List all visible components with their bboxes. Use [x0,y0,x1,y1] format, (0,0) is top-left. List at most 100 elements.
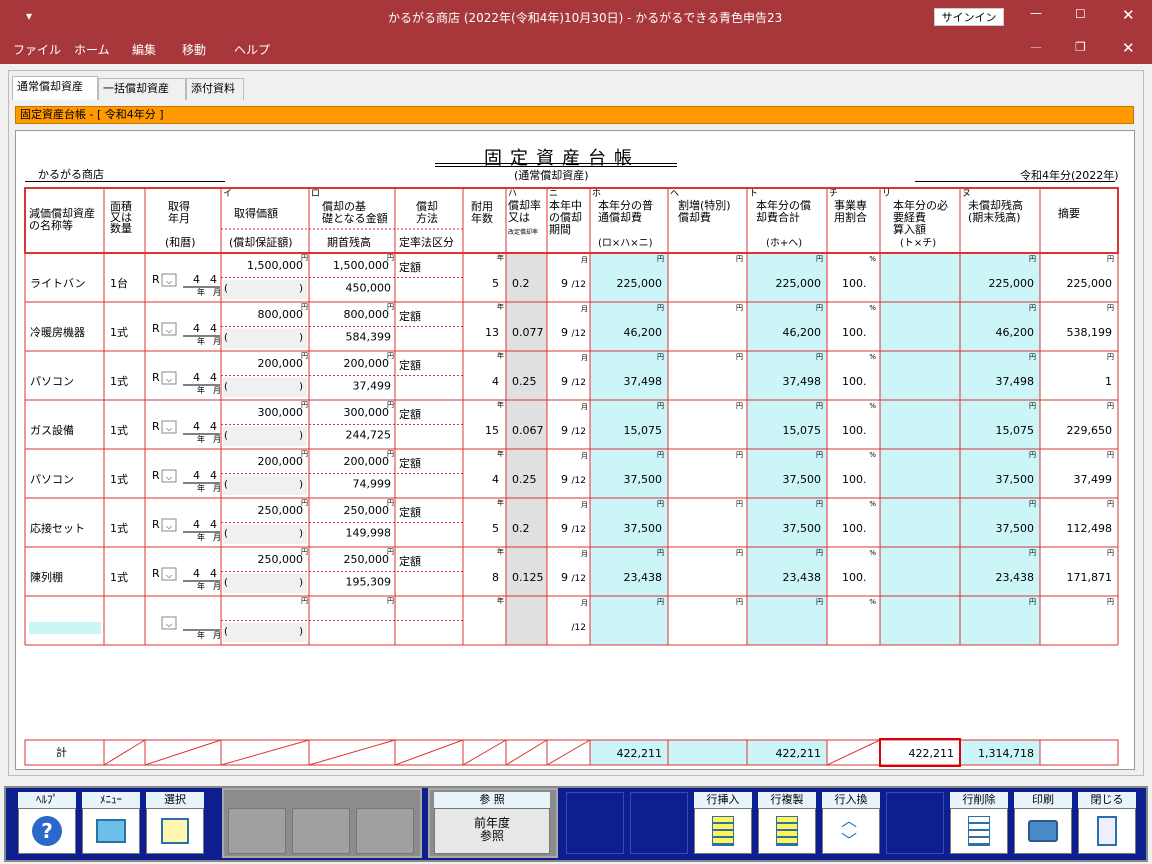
header-to-mark: ト [749,189,758,199]
unit-per12: /12 [572,427,586,437]
unit-month: 月 [213,631,221,640]
unamort-value: 229,650 [1067,424,1113,437]
opening-balance: 149,998 [346,527,392,540]
opening-balance: 244,725 [346,429,392,442]
business-ratio: 100. [842,571,867,584]
insert-row-button[interactable] [694,808,752,854]
delete-row-button[interactable] [950,808,1008,854]
insert-row-label: 行挿入 [694,792,752,808]
header-ha-mark: ハ [508,189,517,199]
guarantee-cell-bg [223,622,307,642]
swap-row-button[interactable]: ︿ ﹀ [822,808,880,854]
unamort-value: 171,871 [1067,571,1113,584]
unit-yen: 円 [1107,500,1114,508]
unit-yen: 円 [657,402,664,410]
acq-year: 4 [193,567,200,580]
dep-rate: 0.125 [512,571,544,584]
era-code: R [152,322,160,335]
method: 定額 [399,358,421,372]
empty-dark-2 [630,792,688,854]
useful-life: 4 [492,375,499,388]
paren-close: ) [299,480,303,491]
paren-close: ) [299,431,303,442]
print-button[interactable] [1014,808,1072,854]
normal-value: 225,000 [617,277,663,290]
unit-yen: 円 [736,598,743,606]
unit-yen: 円 [1107,549,1114,557]
unit-year: 年 [497,498,504,507]
header-name: の名称等 [29,218,73,232]
acq-month: 4 [210,273,217,286]
expense-value: 37,500 [996,522,1035,535]
chevron-down-icon: ⌵ [166,326,172,335]
guarantee-cell-bg [223,475,307,495]
total-diagonal [394,739,464,766]
insert-row-icon [712,816,734,846]
close-button[interactable] [1078,808,1136,854]
header-acq-price: 取得価額 [234,207,278,220]
header-method-sub: 定率法区分 [399,235,454,249]
header-expense: 算入額 [893,222,926,236]
header-nu-mark: ヌ [962,189,971,199]
swap-row-label: 行入換 [822,792,880,808]
asset-name: 冷暖房機器 [30,325,85,339]
unit-yen: 円 [1107,304,1114,312]
unamort-value: 225,000 [1067,277,1113,290]
unit-per12: /12 [572,525,586,535]
method: 定額 [399,505,421,519]
unit-yen: 円 [1029,402,1036,410]
method: 定額 [399,260,421,274]
rate-cell-bg [506,596,547,645]
total-diagonal [103,739,146,766]
unit-yen: 円 [816,451,823,459]
copy-row-icon [776,816,798,846]
select-button[interactable] [146,808,204,854]
total-diagonal [144,739,222,766]
unit-per12: /12 [572,574,586,584]
header-business-ratio: 用割合 [834,210,867,224]
acq-month: 4 [210,371,217,384]
help-button[interactable]: ? [18,808,76,854]
unit-yen: 円 [301,597,308,605]
empty-button-1 [228,808,286,854]
unit-month: 月 [213,484,221,493]
paren-open: ( [224,627,228,638]
unit-month: 月 [581,403,588,411]
months: 9 [561,473,568,486]
era-code: R [152,273,160,286]
dep-rate: 0.25 [512,473,537,486]
prev-year-reference-button[interactable]: 前年度参照 [434,808,550,854]
menu-button[interactable] [82,808,140,854]
empty-button-2 [292,808,350,854]
unamort-value: 37,499 [1074,473,1113,486]
unit-yen: 円 [1107,451,1114,459]
delete-row-label: 行削除 [950,792,1008,808]
copy-row-button[interactable] [758,808,816,854]
unit-year: 年 [197,287,205,297]
era-code: R [152,567,160,580]
business-ratio: 100. [842,522,867,535]
unit-yen: 円 [816,598,823,606]
unit-yen: 円 [1107,255,1114,263]
unit-yen: 円 [736,353,743,361]
asset-name: 応接セット [30,521,85,535]
unit-per12: /12 [572,329,586,339]
header-acq-era: (和暦) [165,236,196,249]
asset-qty: 1式 [110,473,128,486]
guarantee-cell-bg [223,279,307,299]
unit-year: 年 [197,336,205,346]
header-normal-dep: 本年分の普 [598,198,653,212]
unit-month: 月 [213,386,221,395]
total-value: 37,500 [783,473,822,486]
normal-value: 23,438 [624,571,663,584]
close-label: 閉じる [1078,792,1136,808]
empty-button-3 [356,808,414,854]
total-diagonal [546,739,591,766]
header-total-dep: 却費合計 [756,210,800,224]
total-value: 37,500 [783,522,822,535]
paren-open: ( [224,529,228,540]
business-ratio: 100. [842,375,867,388]
unit-yen: 円 [816,353,823,361]
unit-yen: 円 [1029,353,1036,361]
header-base: 礎となる金額 [322,211,388,225]
